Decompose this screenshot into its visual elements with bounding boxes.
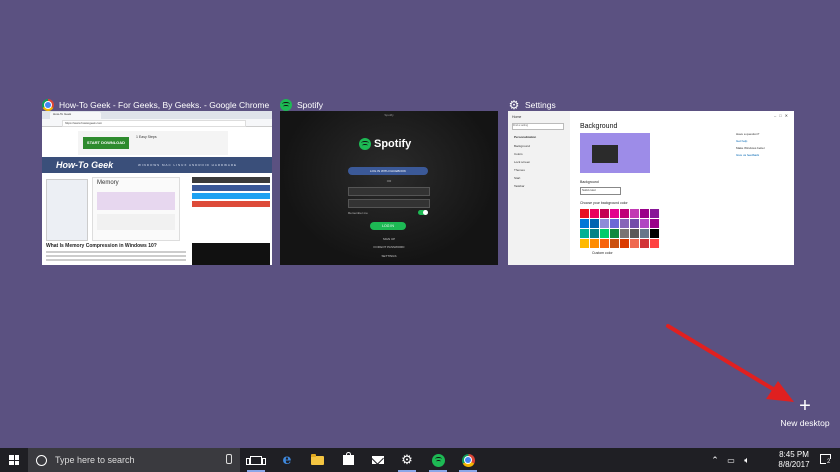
chrome-taskbar-button[interactable] [456,448,480,472]
clock-date: 8/8/2017 [778,460,810,469]
notification-count: 2 [826,459,832,465]
chrome-icon [461,453,475,467]
windows-logo-icon [9,455,19,465]
taskbar-search-box[interactable]: Type here to search [28,448,240,472]
new-desktop-button[interactable]: + New desktop [774,396,836,432]
plus-icon: + [799,395,811,417]
speaker-icon: 🔈︎ [744,454,750,465]
file-explorer-taskbar-button[interactable] [305,448,329,472]
search-placeholder: Type here to search [55,455,135,465]
microphone-icon[interactable] [226,454,232,464]
store-icon [342,452,354,465]
show-hidden-icons-button[interactable]: ⌃ [708,448,722,472]
clock-time: 8:45 PM [779,450,809,459]
network-icon: ▭ [727,455,735,465]
edge-taskbar-button[interactable]: e [275,448,299,472]
volume-button[interactable]: 🔈︎ [740,448,754,472]
spotify-taskbar-button[interactable] [426,448,450,472]
edge-icon: e [282,452,292,468]
taskbar: Type here to search e ⚙ ⌃ ▭ 🔈︎ 8:45 PM 8… [0,448,840,472]
task-view-icon [246,455,266,465]
start-button[interactable] [0,448,28,472]
task-view-button[interactable] [244,448,268,472]
mail-taskbar-button[interactable] [366,448,390,472]
network-button[interactable]: ▭ [724,448,738,472]
cortana-icon [36,454,47,466]
spotify-icon [431,453,445,467]
action-center-button[interactable]: 2 [818,452,832,466]
gear-icon: ⚙ [401,452,413,467]
store-taskbar-button[interactable] [336,448,360,472]
folder-icon [310,453,324,465]
taskbar-clock[interactable]: 8:45 PM 8/8/2017 [768,450,820,470]
chevron-up-icon: ⌃ [711,454,719,465]
new-desktop-label: New desktop [780,418,830,428]
mail-icon [372,456,384,464]
red-arrow-annotation [666,324,794,402]
settings-taskbar-button[interactable]: ⚙ [395,448,419,472]
